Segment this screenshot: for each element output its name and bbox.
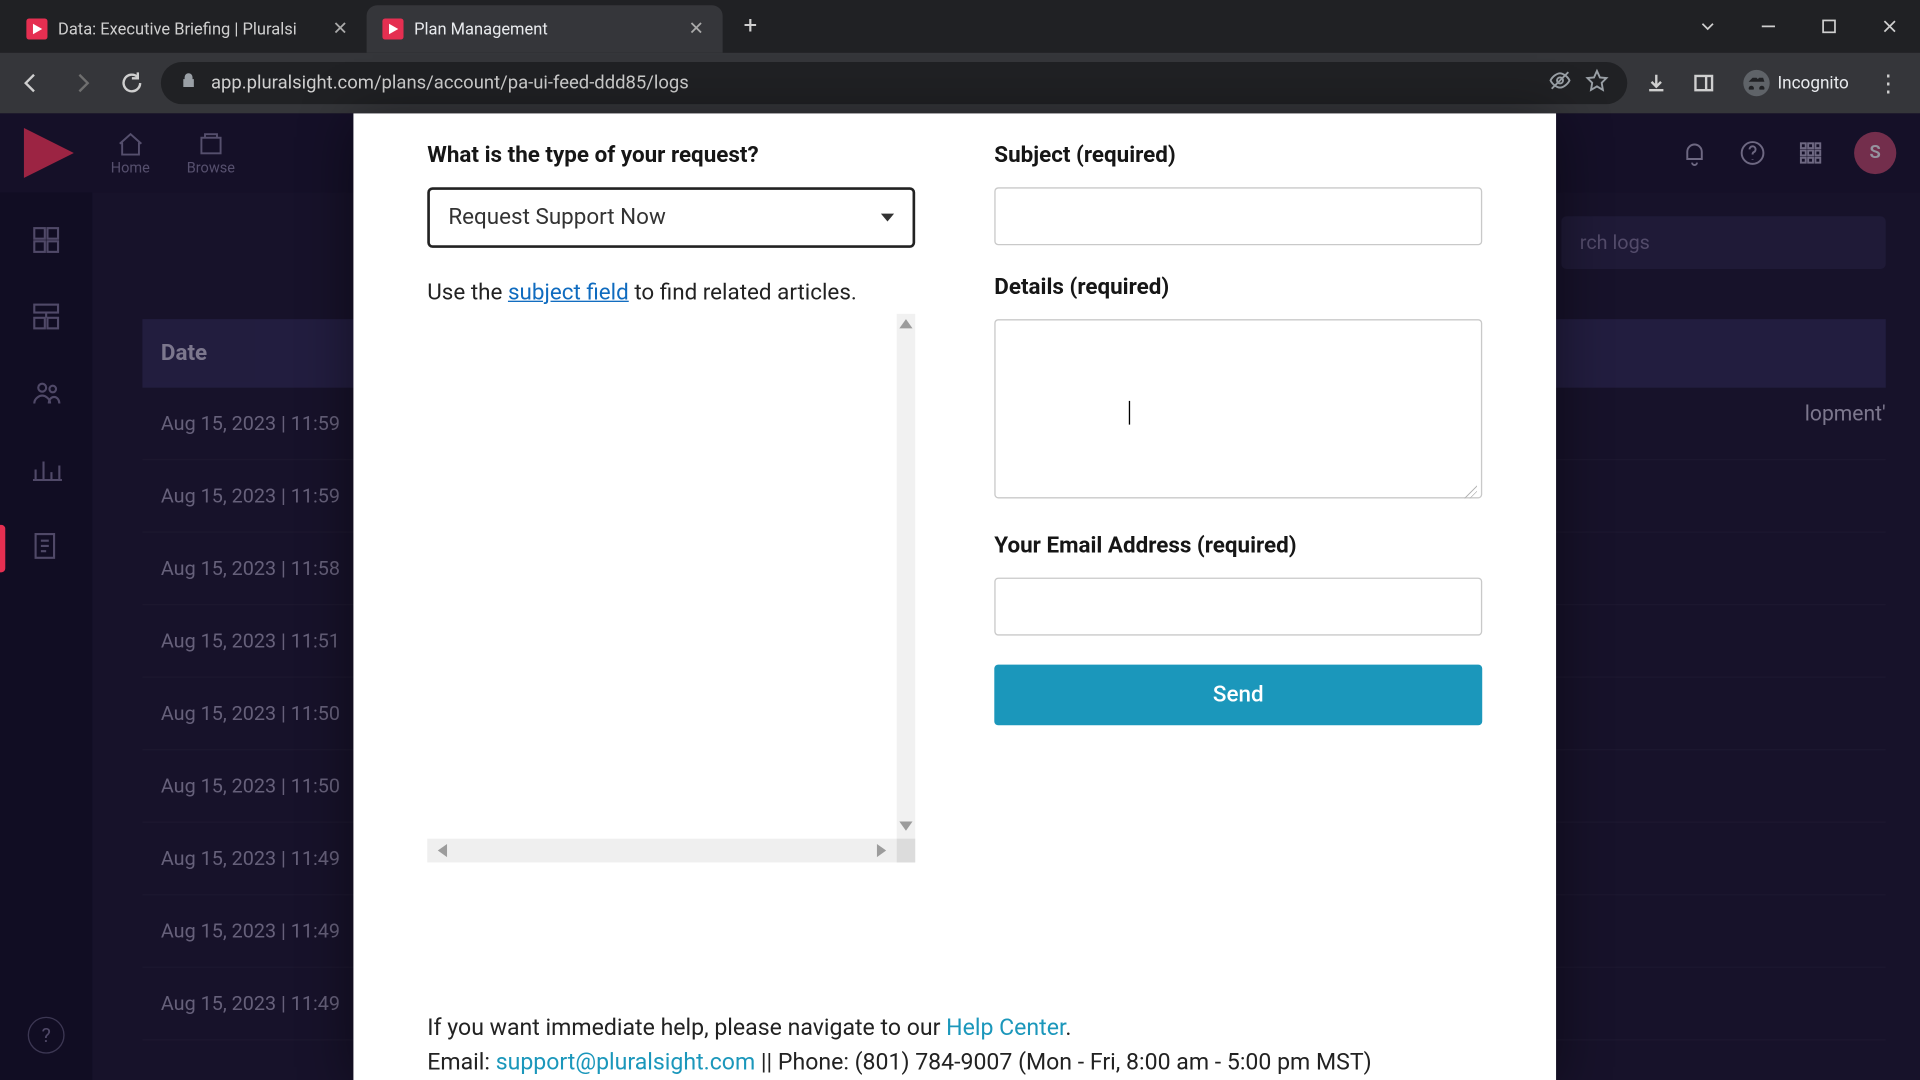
- tab-title: Plan Management: [414, 19, 675, 39]
- maximize-button[interactable]: [1799, 0, 1860, 53]
- help-button[interactable]: ?: [28, 1017, 65, 1054]
- browser-menu-button[interactable]: ⋮: [1867, 62, 1909, 104]
- details-label: Details (required): [994, 274, 1482, 300]
- help-center-link[interactable]: Help Center: [946, 1016, 1065, 1042]
- help-circle-icon[interactable]: [1738, 138, 1767, 167]
- logs-icon[interactable]: [30, 530, 62, 567]
- people-icon[interactable]: [30, 377, 62, 414]
- side-panel-button[interactable]: [1682, 62, 1724, 104]
- footer-help-text: If you want immediate help, please navig…: [427, 1013, 1482, 1080]
- scroll-up-icon[interactable]: [899, 319, 912, 328]
- hint-text: Use the subject field to find related ar…: [427, 280, 915, 306]
- horizontal-scrollbar[interactable]: [427, 839, 915, 863]
- pluralsight-favicon-icon: [26, 18, 47, 39]
- lock-icon: [179, 71, 197, 95]
- app-sidebar: ?: [0, 193, 92, 1080]
- support-email-link[interactable]: support@pluralsight.com: [496, 1049, 755, 1075]
- details-textarea[interactable]: [994, 319, 1482, 498]
- incognito-label: Incognito: [1777, 73, 1848, 93]
- browser-tab-1[interactable]: Plan Management ✕: [367, 5, 723, 52]
- browse-icon: [196, 130, 225, 156]
- reload-button[interactable]: [111, 62, 153, 104]
- close-window-button[interactable]: [1859, 0, 1920, 53]
- tab-search-button[interactable]: [1677, 0, 1738, 53]
- close-icon[interactable]: ✕: [686, 18, 707, 39]
- request-type-label: What is the type of your request?: [427, 142, 915, 168]
- forward-button[interactable]: [61, 62, 103, 104]
- bell-icon[interactable]: [1680, 138, 1709, 167]
- url-text: app.pluralsight.com/plans/account/pa-ui-…: [211, 73, 1535, 94]
- browser-titlebar: Data: Executive Briefing | Pluralsi ✕ Pl…: [0, 0, 1920, 53]
- pluralsight-favicon-icon: [382, 18, 403, 39]
- request-type-select[interactable]: Request Support Now: [427, 187, 915, 248]
- nav-browse[interactable]: Browse: [187, 130, 235, 176]
- analytics-icon[interactable]: [30, 454, 62, 491]
- org-icon[interactable]: [30, 301, 62, 338]
- incognito-indicator[interactable]: Incognito: [1730, 65, 1862, 102]
- email-input[interactable]: [994, 578, 1482, 636]
- send-button[interactable]: Send: [994, 665, 1482, 726]
- scroll-corner: [897, 839, 915, 863]
- address-bar[interactable]: app.pluralsight.com/plans/account/pa-ui-…: [161, 62, 1627, 104]
- related-articles-pane[interactable]: [427, 314, 915, 863]
- minimize-button[interactable]: [1738, 0, 1799, 53]
- search-logs-input[interactable]: rch logs: [1561, 216, 1885, 269]
- text-caret-icon: [1129, 401, 1130, 425]
- star-icon[interactable]: [1585, 69, 1609, 98]
- downloads-button[interactable]: [1635, 62, 1677, 104]
- browser-tab-0[interactable]: Data: Executive Briefing | Pluralsi ✕: [11, 5, 367, 52]
- tab-title: Data: Executive Briefing | Pluralsi: [58, 19, 319, 39]
- apps-grid-icon[interactable]: [1796, 138, 1825, 167]
- incognito-icon: [1743, 70, 1769, 96]
- email-label: Your Email Address (required): [994, 533, 1482, 559]
- subject-field-link[interactable]: subject field: [508, 280, 629, 306]
- pluralsight-logo-icon[interactable]: [24, 128, 74, 178]
- subject-label: Subject (required): [994, 142, 1482, 168]
- dashboard-icon[interactable]: [30, 224, 62, 261]
- back-button[interactable]: [11, 62, 53, 104]
- support-modal: What is the type of your request? Reques…: [353, 113, 1556, 1080]
- browser-toolbar: app.pluralsight.com/plans/account/pa-ui-…: [0, 53, 1920, 114]
- avatar[interactable]: S: [1854, 132, 1896, 174]
- home-icon: [116, 130, 145, 156]
- new-tab-button[interactable]: +: [731, 5, 771, 45]
- request-type-value: Request Support Now: [448, 204, 665, 230]
- row-text-fragment: lopment': [1805, 401, 1886, 426]
- eye-off-icon[interactable]: [1548, 69, 1572, 98]
- scroll-down-icon[interactable]: [899, 822, 912, 831]
- subject-input[interactable]: [994, 187, 1482, 245]
- nav-home[interactable]: Home: [111, 130, 150, 176]
- close-icon[interactable]: ✕: [330, 18, 351, 39]
